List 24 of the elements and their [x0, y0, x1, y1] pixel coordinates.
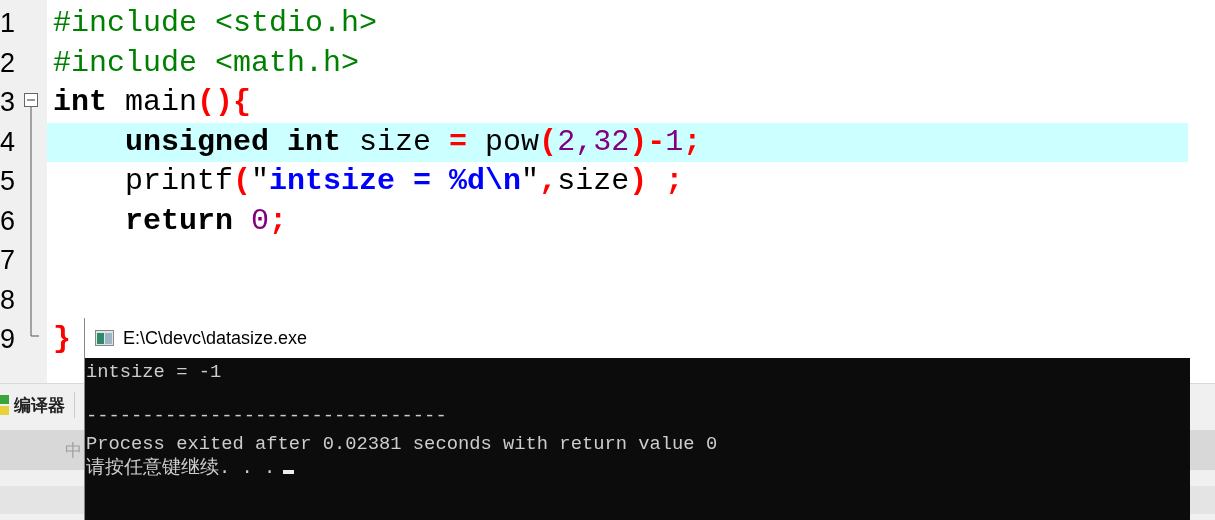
compiler-tab[interactable]: 编译器 [0, 392, 75, 418]
code-line: } [52, 321, 71, 358]
code-line: #include <math.h> [52, 44, 360, 82]
console-output: intsize = -1 [86, 360, 223, 384]
line-number: 5 [0, 165, 16, 198]
console-app-icon [95, 330, 114, 346]
line-number: 1 [0, 7, 16, 40]
code-line: #include <stdio.h> [52, 5, 378, 42]
grid-icon [0, 395, 10, 415]
code-line: int main(){ [52, 84, 252, 121]
line-number: 4 [0, 125, 16, 159]
code-line: printf("intsize = %d\n",size) ; [124, 163, 684, 200]
console-output: 请按任意键继续. . . [86, 456, 1190, 480]
line-number: 3 [0, 86, 16, 119]
separator-line: -------------------------------- [86, 406, 448, 426]
window-title: E:\C\devc\datasize.exe [123, 327, 308, 349]
line-number: 8 [0, 283, 16, 317]
code-line: return 0; [124, 202, 288, 240]
console-output: Process exited after 0.02381 seconds with return value 0 [86, 432, 719, 456]
line-number: 7 [0, 244, 16, 277]
line-number: 9 [0, 323, 16, 356]
button-label: 中 [65, 439, 82, 462]
line-number: 2 [0, 46, 16, 80]
line-number: 6 [0, 204, 16, 238]
